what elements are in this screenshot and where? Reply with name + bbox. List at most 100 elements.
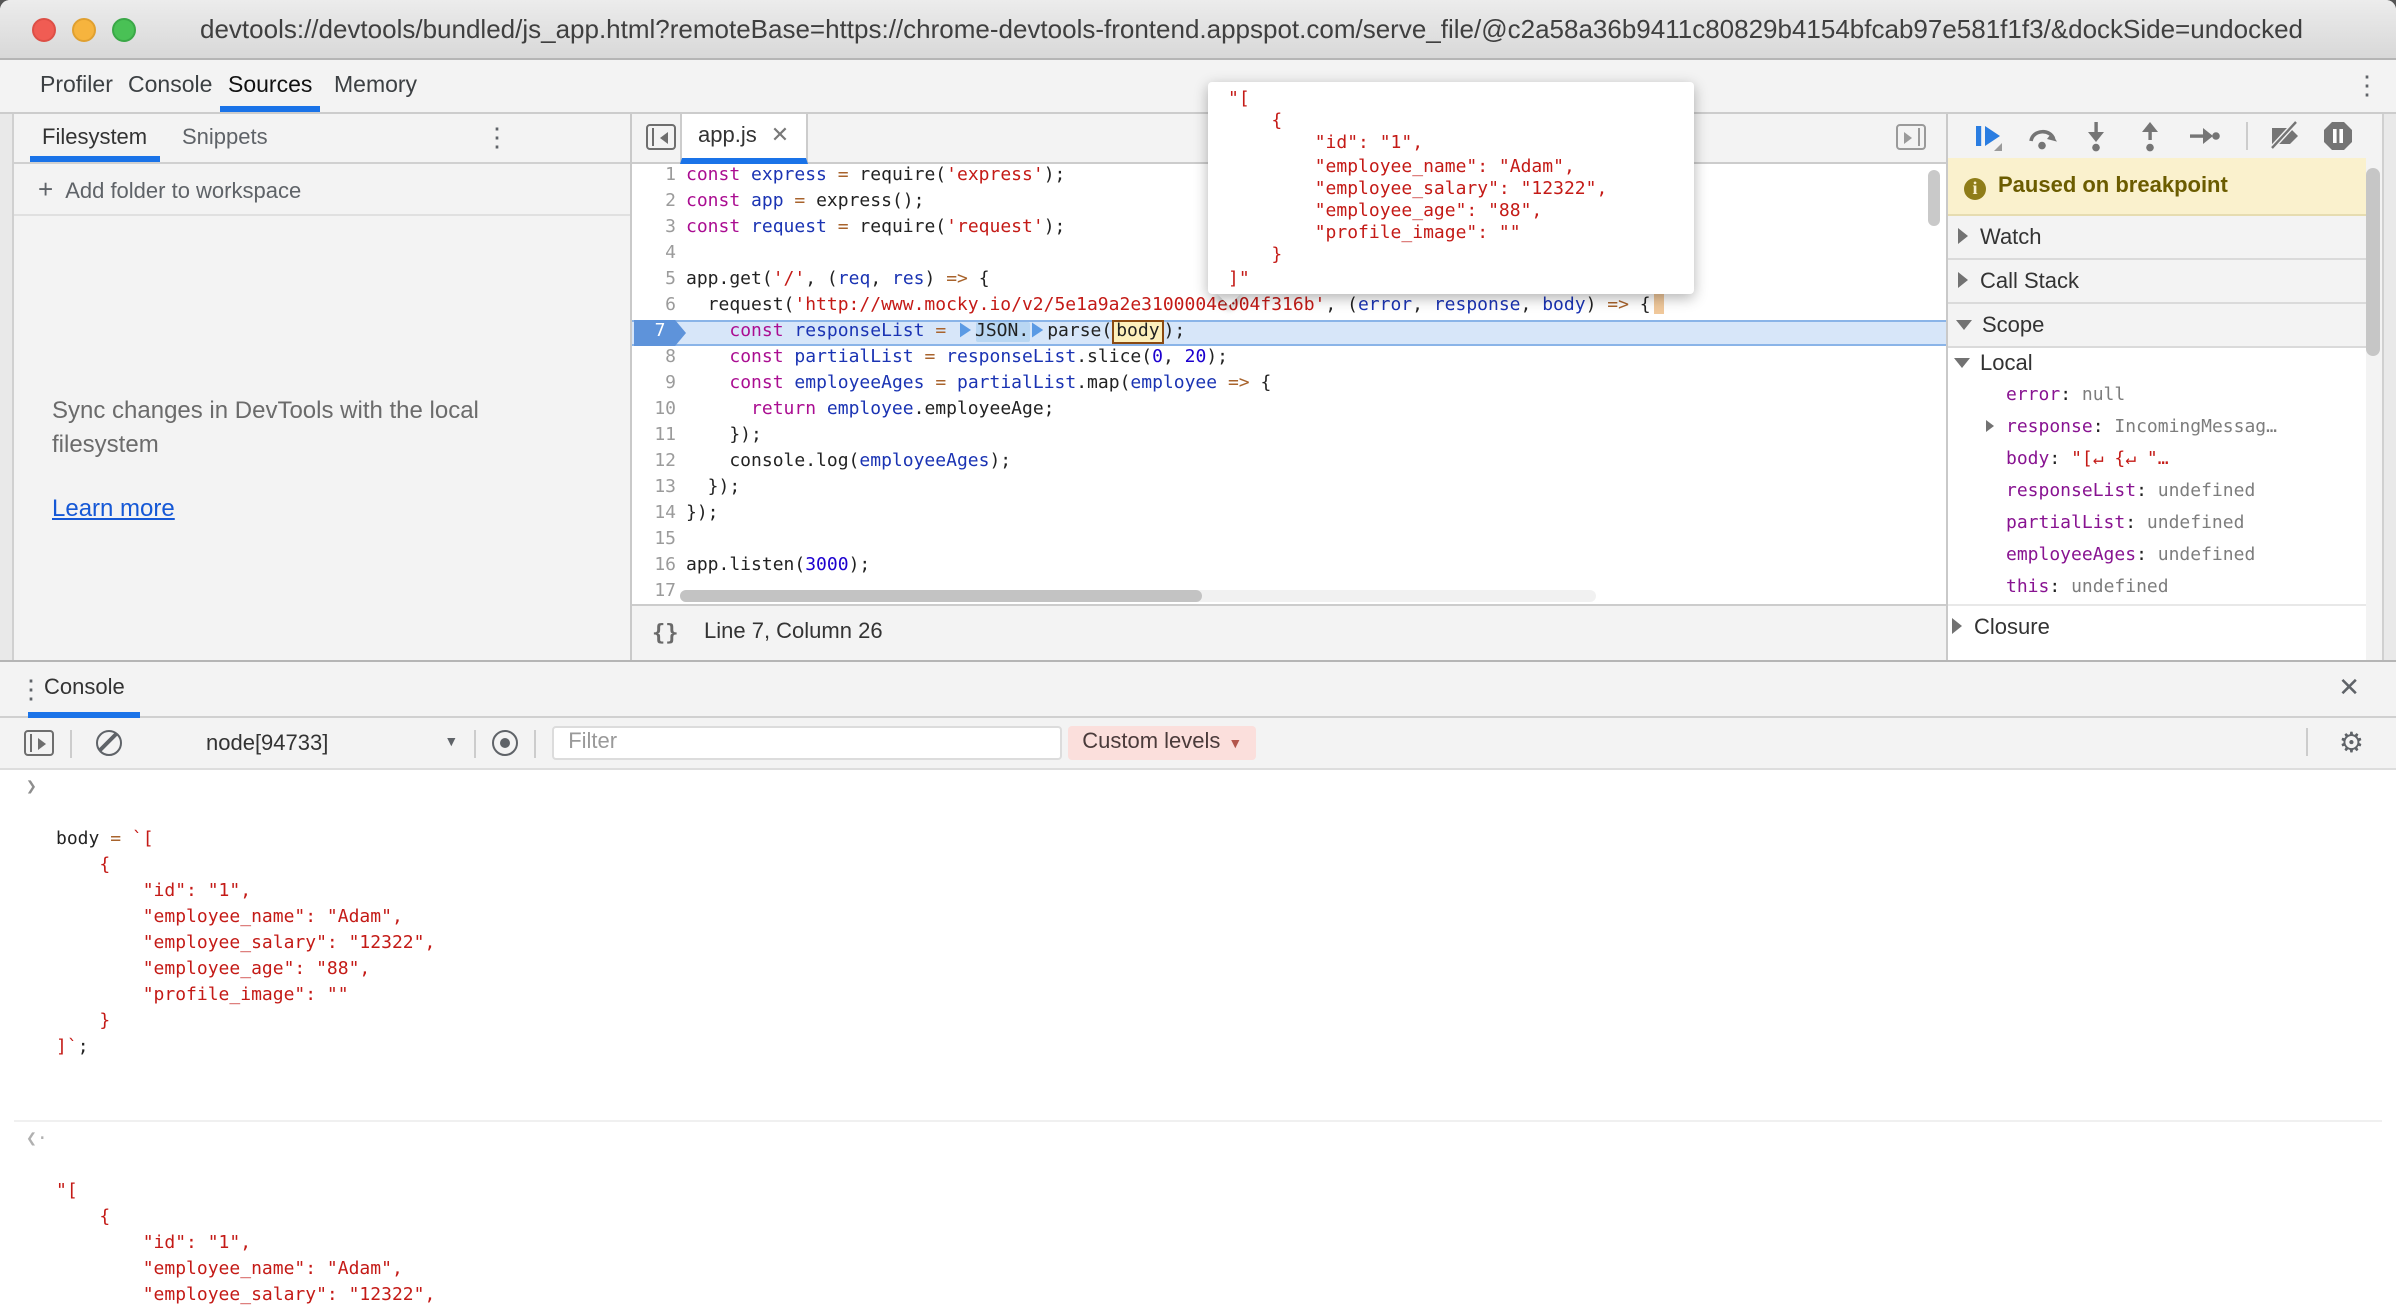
scope-variable-body[interactable]: body: "[↵ {↵ "… [1948, 444, 2366, 476]
line-number[interactable]: 9 [632, 372, 686, 398]
scope-local-header[interactable]: Local [1948, 348, 2366, 380]
editor-horizontal-scrollbar[interactable] [680, 590, 1596, 602]
line-number[interactable]: 3 [632, 216, 686, 242]
editor-vertical-scrollbar[interactable] [1928, 170, 1940, 226]
tab-console[interactable]: Console [120, 60, 220, 112]
add-folder-button[interactable]: +Add folder to workspace [14, 164, 630, 216]
execution-context-selector[interactable]: node[94733] [206, 731, 328, 755]
window-title: devtools://devtools/bundled/js_app.html?… [200, 0, 2303, 60]
code-line-11[interactable]: 11 }); [632, 424, 1946, 450]
line-number[interactable]: 13 [632, 476, 686, 502]
section-call-stack[interactable]: Call Stack [1948, 260, 2366, 304]
line-number[interactable]: 14 [632, 502, 686, 528]
paused-line-badge: 7 [634, 320, 686, 346]
filter-input[interactable]: Filter [552, 726, 1062, 760]
debugger-scrollbar[interactable] [2366, 168, 2380, 356]
pause-on-exceptions-button[interactable] [2322, 120, 2354, 152]
toggle-navigator-icon[interactable] [646, 124, 676, 150]
line-number[interactable]: 17 [632, 580, 686, 604]
scope-closure-header[interactable]: Closure [1948, 604, 2366, 648]
tab-sources[interactable]: Sources [220, 60, 320, 112]
console-tab[interactable]: Console [28, 662, 141, 718]
navigator-sidebar: ⋮ FilesystemSnippets +Add folder to work… [14, 114, 632, 660]
scope-variable-error[interactable]: error: null [1948, 380, 2366, 412]
console-command-entry[interactable]: ❯body = `[ { "id": "1", "employee_name":… [14, 770, 2382, 1122]
code-line-16[interactable]: 16app.listen(3000); [632, 554, 1946, 580]
toggle-debugger-sidebar-icon[interactable] [1896, 124, 1926, 150]
sidebar-tab-filesystem[interactable]: Filesystem [30, 114, 159, 162]
line-number[interactable]: 16 [632, 554, 686, 580]
line-number[interactable]: 8 [632, 346, 686, 372]
line-number[interactable]: 1 [632, 164, 686, 190]
line-number[interactable]: 15 [632, 528, 686, 554]
navigator-more-kebab-icon[interactable]: ⋮ [484, 122, 510, 154]
line-number[interactable]: 11 [632, 424, 686, 450]
section-scope[interactable]: Scope [1948, 304, 2366, 348]
context-dropdown-icon[interactable]: ▼ [444, 736, 458, 750]
line-number[interactable]: 10 [632, 398, 686, 424]
add-folder-label: Add folder to workspace [65, 180, 301, 204]
file-tab-label: app.js [698, 124, 757, 148]
step-out-button[interactable] [2134, 120, 2166, 152]
resume-button[interactable] [1972, 120, 2004, 152]
debugger-toolbar [1948, 114, 2382, 158]
code-line-7[interactable]: 7 const responseList = JSON.parse(body); [632, 320, 1946, 346]
tab-memory[interactable]: Memory [326, 60, 425, 112]
minimize-window-icon[interactable] [72, 18, 96, 42]
step-into-button[interactable] [2080, 120, 2112, 152]
close-window-icon[interactable] [32, 18, 56, 42]
scope-variable-responseList[interactable]: responseList: undefined [1948, 476, 2366, 508]
close-drawer-icon[interactable]: ✕ [2338, 672, 2360, 704]
console-sidebar-toggle-icon[interactable] [24, 730, 54, 756]
sources-panel: ⋮ FilesystemSnippets +Add folder to work… [0, 114, 2396, 660]
console-toolbar: node[94733] ▼ Filter Custom levels▼ [0, 718, 2396, 770]
devtools-tabbar: ⋮ ProfilerConsoleSourcesMemory [0, 60, 2396, 114]
live-expression-eye-icon[interactable] [492, 730, 518, 756]
scope-variable-this[interactable]: this: undefined [1948, 572, 2366, 604]
toolbar-divider [2306, 728, 2308, 756]
line-number[interactable]: 12 [632, 450, 686, 476]
sidebar-tab-snippets[interactable]: Snippets [170, 114, 280, 162]
devtools-menu-kebab-icon[interactable]: ⋮ [2354, 70, 2380, 102]
scope-variable-employeeAges[interactable]: employeeAges: undefined [1948, 540, 2366, 572]
line-number[interactable]: 4 [632, 242, 686, 268]
code-line-14[interactable]: 14}); [632, 502, 1946, 528]
code-line-12[interactable]: 12 console.log(employeeAges); [632, 450, 1946, 476]
info-icon: i [1964, 178, 1986, 200]
custom-levels-dropdown[interactable]: Custom levels▼ [1068, 726, 1256, 760]
code-line-10[interactable]: 10 return employee.employeeAge; [632, 398, 1946, 424]
learn-more-link[interactable]: Learn more [52, 494, 175, 522]
editor-status-bar: {} Line 7, Column 26 [632, 604, 1946, 660]
section-watch[interactable]: Watch [1948, 216, 2366, 260]
close-tab-icon[interactable]: ✕ [771, 124, 789, 148]
tab-profiler[interactable]: Profiler [32, 60, 121, 112]
code-line-9[interactable]: 9 const employeeAges = partialList.map(e… [632, 372, 1946, 398]
line-number[interactable]: 5 [632, 268, 686, 294]
pretty-print-icon[interactable]: {} [652, 620, 679, 646]
line-number[interactable]: 7 [632, 320, 686, 346]
result-chevron-icon: ❮· [26, 1128, 48, 1154]
expand-icon [1986, 420, 1994, 432]
step-button[interactable] [2188, 120, 2220, 152]
paused-banner: iPaused on breakpoint [1948, 158, 2366, 216]
value-tooltip: "[ { "id": "1", "employee_name": "Adam",… [1208, 82, 1694, 294]
console-result-entry[interactable]: ❮·"[ { "id": "1", "employee_name": "Adam… [14, 1122, 2382, 1308]
clear-console-icon[interactable] [96, 730, 122, 756]
scope-pane: Local error: nullresponse: IncomingMessa… [1948, 348, 2366, 660]
maximize-window-icon[interactable] [112, 18, 136, 42]
console-drawer: ⋮ Console ✕ node[94733] ▼ Filter Custom … [0, 660, 2396, 1308]
line-number[interactable]: 2 [632, 190, 686, 216]
scope-variable-response[interactable]: response: IncomingMessag… [1948, 412, 2366, 444]
window-titlebar: devtools://devtools/bundled/js_app.html?… [0, 0, 2396, 60]
line-number[interactable]: 6 [632, 294, 686, 320]
code-line-8[interactable]: 8 const partialList = responseList.slice… [632, 346, 1946, 372]
deactivate-breakpoints-button[interactable] [2268, 120, 2300, 152]
scope-variable-partialList[interactable]: partialList: undefined [1948, 508, 2366, 540]
code-line-15[interactable]: 15 [632, 528, 1946, 554]
step-over-button[interactable] [2026, 120, 2058, 152]
file-tab-appjs[interactable]: app.js ✕ [680, 114, 807, 164]
code-line-6[interactable]: 6 request('http://www.mocky.io/v2/5e1a9a… [632, 294, 1946, 320]
right-edge-gutter [2382, 114, 2396, 660]
code-line-13[interactable]: 13 }); [632, 476, 1946, 502]
console-settings-gear-icon[interactable]: ⚙ [2339, 726, 2364, 760]
